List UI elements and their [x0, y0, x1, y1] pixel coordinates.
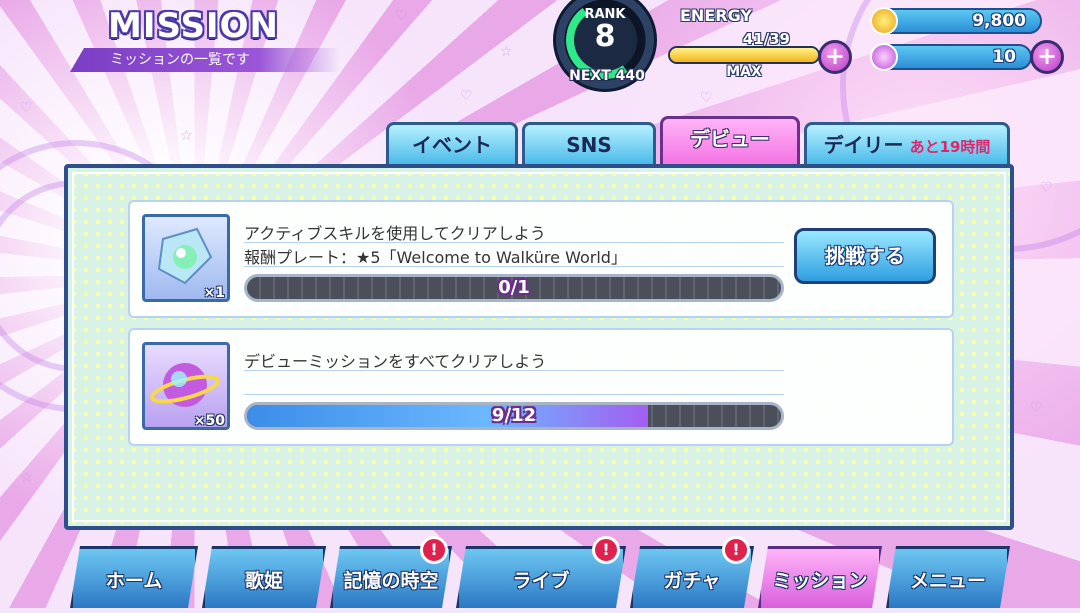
reward-quantity: ×1	[203, 285, 225, 301]
nav-menu[interactable]: メニュー	[886, 546, 1010, 608]
mission-panel: ×1 アクティブスキルを使用してクリアしよう 報酬プレート：★5「Welcome…	[64, 164, 1014, 530]
next-rank-exp: NEXT 440	[569, 68, 645, 84]
tab-event[interactable]: イベント	[386, 122, 518, 166]
energy-label: ENERGY	[680, 6, 752, 25]
tab-daily[interactable]: デイリー あと19時間	[804, 122, 1010, 166]
nav-label: メニュー	[909, 570, 986, 592]
mission-card: ×50 デビューミッションをすべてクリアしよう 9/12	[128, 328, 954, 446]
bg-heart-icon: ♡	[1040, 180, 1053, 196]
nav-label: ホーム	[105, 570, 163, 592]
progress-text: 0/1	[498, 277, 530, 298]
energy-max-label: MAX	[726, 64, 762, 80]
nav-label: ガチャ	[663, 570, 721, 592]
progress-text: 9/12	[491, 405, 537, 426]
tab-debut[interactable]: デビュー	[660, 116, 800, 168]
tab-label: SNS	[566, 133, 612, 157]
bg-star-icon: ☆	[500, 44, 513, 60]
bg-heart-icon: ♡	[700, 90, 713, 106]
bg-heart-icon: ♡	[20, 100, 33, 116]
nav-label: ライブ	[512, 570, 570, 592]
reward-item-thumbnail: ×50	[142, 342, 230, 430]
nav-home[interactable]: ホーム	[70, 546, 198, 608]
challenge-button[interactable]: 挑戦する	[794, 228, 936, 284]
reward-quantity: ×50	[193, 413, 225, 429]
mission-reward: 報酬プレート：★5「Welcome to Walküre World」	[244, 248, 627, 267]
coin-counter: 9,800	[874, 8, 1042, 34]
nav-label: ミッション	[772, 570, 868, 592]
bg-heart-icon: ♡	[1030, 400, 1043, 416]
bg-heart-icon: ♡	[460, 88, 473, 104]
add-energy-button[interactable]: +	[818, 40, 852, 74]
bg-star-icon: ☆	[20, 470, 33, 486]
gem-planet-icon	[870, 43, 898, 71]
bg-star-icon: ☆	[180, 128, 193, 144]
gem-value: 10	[992, 47, 1016, 67]
divider	[244, 266, 784, 267]
tab-label: デイリー	[823, 133, 904, 157]
tab-label: デビュー	[690, 127, 770, 151]
nav-mission[interactable]: ミッション	[758, 546, 882, 608]
reward-item-thumbnail: ×1	[142, 214, 230, 302]
alert-badge-icon: !	[420, 536, 448, 564]
energy-bar	[668, 46, 820, 64]
divider	[244, 370, 784, 371]
nav-diva[interactable]: 歌姫	[202, 546, 326, 608]
divider	[244, 242, 784, 243]
mission-progress-bar: 9/12	[244, 402, 784, 430]
mission-progress-bar: 0/1	[244, 274, 784, 302]
coin-icon	[870, 7, 898, 35]
divider	[244, 394, 784, 395]
alert-badge-icon: !	[722, 536, 750, 564]
mission-title: デビューミッションをすべてクリアしよう	[244, 352, 547, 371]
bg-heart-icon: ♡	[395, 8, 408, 24]
nav-label: 歌姫	[244, 570, 283, 592]
page-title: MISSION	[108, 6, 279, 46]
energy-bar-fill	[670, 48, 818, 62]
add-gems-button[interactable]: +	[1030, 40, 1064, 74]
rank-value: 8	[594, 19, 616, 54]
tab-sns[interactable]: SNS	[522, 122, 656, 166]
coin-value: 9,800	[972, 11, 1026, 31]
mission-card: ×1 アクティブスキルを使用してクリアしよう 報酬プレート：★5「Welcome…	[128, 200, 954, 318]
tab-label: イベント	[412, 133, 492, 157]
nav-label: 記憶の時空	[343, 570, 439, 592]
page-subtitle: ミッションの一覧です	[70, 48, 340, 72]
mission-title: アクティブスキルを使用してクリアしよう	[244, 224, 546, 243]
alert-badge-icon: !	[592, 536, 620, 564]
tab-daily-time-left: あと19時間	[909, 138, 991, 156]
